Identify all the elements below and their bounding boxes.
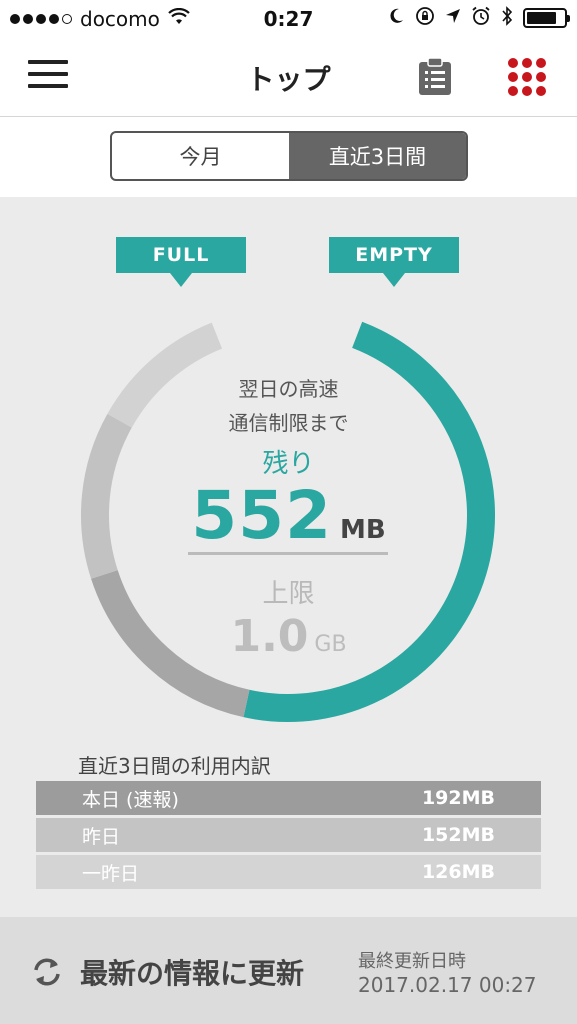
breakdown-row-day-before: 一昨日 126MB [36, 855, 541, 889]
status-bar: docomo 0:27 [0, 0, 577, 40]
hamburger-menu-icon[interactable] [28, 60, 68, 92]
refresh-icon[interactable] [30, 955, 64, 989]
refresh-button[interactable]: 最新の情報に更新 [80, 952, 304, 992]
status-icons [387, 6, 570, 30]
last-updated-value: 2017.02.17 00:27 [358, 973, 537, 997]
data-gauge-panel: FULL EMPTY 翌日の高速 通信制限まで 残り 552 MB 上限 1.0 G… [0, 197, 577, 917]
bluetooth-icon [501, 6, 513, 30]
empty-flag: EMPTY [329, 237, 459, 287]
breakdown-row-today: 本日 (速報) 192MB [36, 781, 541, 815]
gauge-caption-line1: 翌日の高速 [238, 377, 339, 401]
location-icon [445, 8, 461, 28]
rotation-lock-icon [415, 6, 435, 30]
clipboard-icon[interactable] [418, 57, 452, 96]
breakdown-row-yesterday: 昨日 152MB [36, 818, 541, 852]
breakdown-label: 本日 (速報) [82, 788, 179, 811]
breakdown-value: 126MB [421, 861, 495, 883]
gauge-divider [188, 552, 388, 555]
limit-value: 1.0 [230, 611, 309, 662]
breakdown-title: 直近3日間の利用内訳 [78, 754, 271, 778]
last-updated-label: 最終更新日時 [358, 951, 466, 972]
period-selector-area: 今月 直近3日間 [0, 117, 577, 197]
remaining-value: 552 [191, 477, 333, 554]
breakdown-value: 192MB [421, 787, 495, 809]
limit-label: 上限 [262, 579, 315, 609]
remaining-readout: 552 MB [0, 477, 577, 554]
breakdown-value: 152MB [421, 824, 495, 846]
limit-readout: 1.0 GB [0, 611, 577, 662]
segment-last-3-days[interactable]: 直近3日間 [289, 133, 466, 179]
breakdown-label: 昨日 [82, 825, 121, 848]
moon-icon [387, 7, 405, 29]
gauge-caption-line2: 通信制限まで [228, 411, 349, 435]
remaining-unit: MB [340, 515, 386, 545]
breakdown-label: 一昨日 [82, 862, 140, 885]
battery-icon [523, 8, 570, 28]
nav-bar: トップ [0, 40, 577, 117]
period-segmented-control: 今月 直近3日間 [110, 131, 468, 181]
limit-unit: GB [314, 632, 347, 657]
segment-this-month[interactable]: 今月 [112, 133, 289, 179]
full-flag: FULL [116, 237, 246, 287]
grid-dots-icon[interactable] [508, 58, 546, 96]
refresh-footer: 最新の情報に更新 最終更新日時 2017.02.17 00:27 [0, 917, 577, 1024]
alarm-icon [471, 6, 491, 30]
remaining-label: 残り [262, 449, 315, 479]
page-title: トップ [246, 63, 331, 96]
